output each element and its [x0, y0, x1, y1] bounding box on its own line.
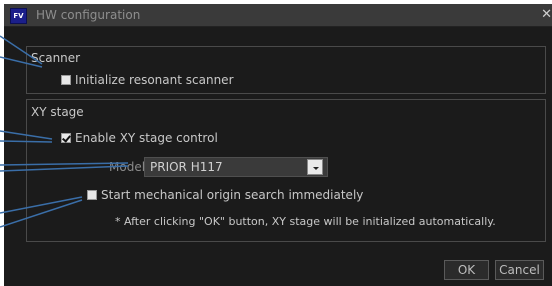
enable-xy-stage-checkbox[interactable] — [61, 133, 71, 143]
close-icon[interactable]: ✕ — [541, 8, 552, 22]
app-icon: FV — [10, 8, 27, 24]
initialization-note: * After clicking "OK" button, XY stage w… — [115, 215, 496, 228]
cancel-button[interactable]: Cancel — [495, 260, 544, 280]
ok-button[interactable]: OK — [444, 260, 489, 280]
chevron-down-icon[interactable] — [307, 159, 323, 175]
hw-configuration-dialog: FV HW configuration ✕ Scanner Initialize… — [0, 0, 552, 286]
origin-search-checkbox[interactable] — [87, 190, 97, 200]
initialize-resonant-scanner-label: Initialize resonant scanner — [75, 73, 234, 87]
xy-stage-group: XY stage Enable XY stage control Model P… — [26, 99, 546, 242]
dialog-body: Scanner Initialize resonant scanner XY s… — [4, 27, 552, 286]
origin-search-label: Start mechanical origin search immediate… — [101, 188, 364, 202]
window-title: HW configuration — [36, 8, 141, 22]
model-select[interactable]: PRIOR H117 — [144, 157, 328, 177]
title-bar: FV HW configuration ✕ — [4, 4, 552, 27]
enable-xy-stage-label: Enable XY stage control — [75, 131, 218, 145]
model-select-value: PRIOR H117 — [150, 160, 223, 174]
scanner-group: Scanner Initialize resonant scanner — [26, 46, 546, 94]
xy-stage-group-title: XY stage — [31, 105, 84, 119]
initialize-resonant-scanner-checkbox[interactable] — [61, 75, 71, 85]
model-label: Model — [109, 160, 146, 174]
scanner-group-title: Scanner — [31, 51, 81, 65]
